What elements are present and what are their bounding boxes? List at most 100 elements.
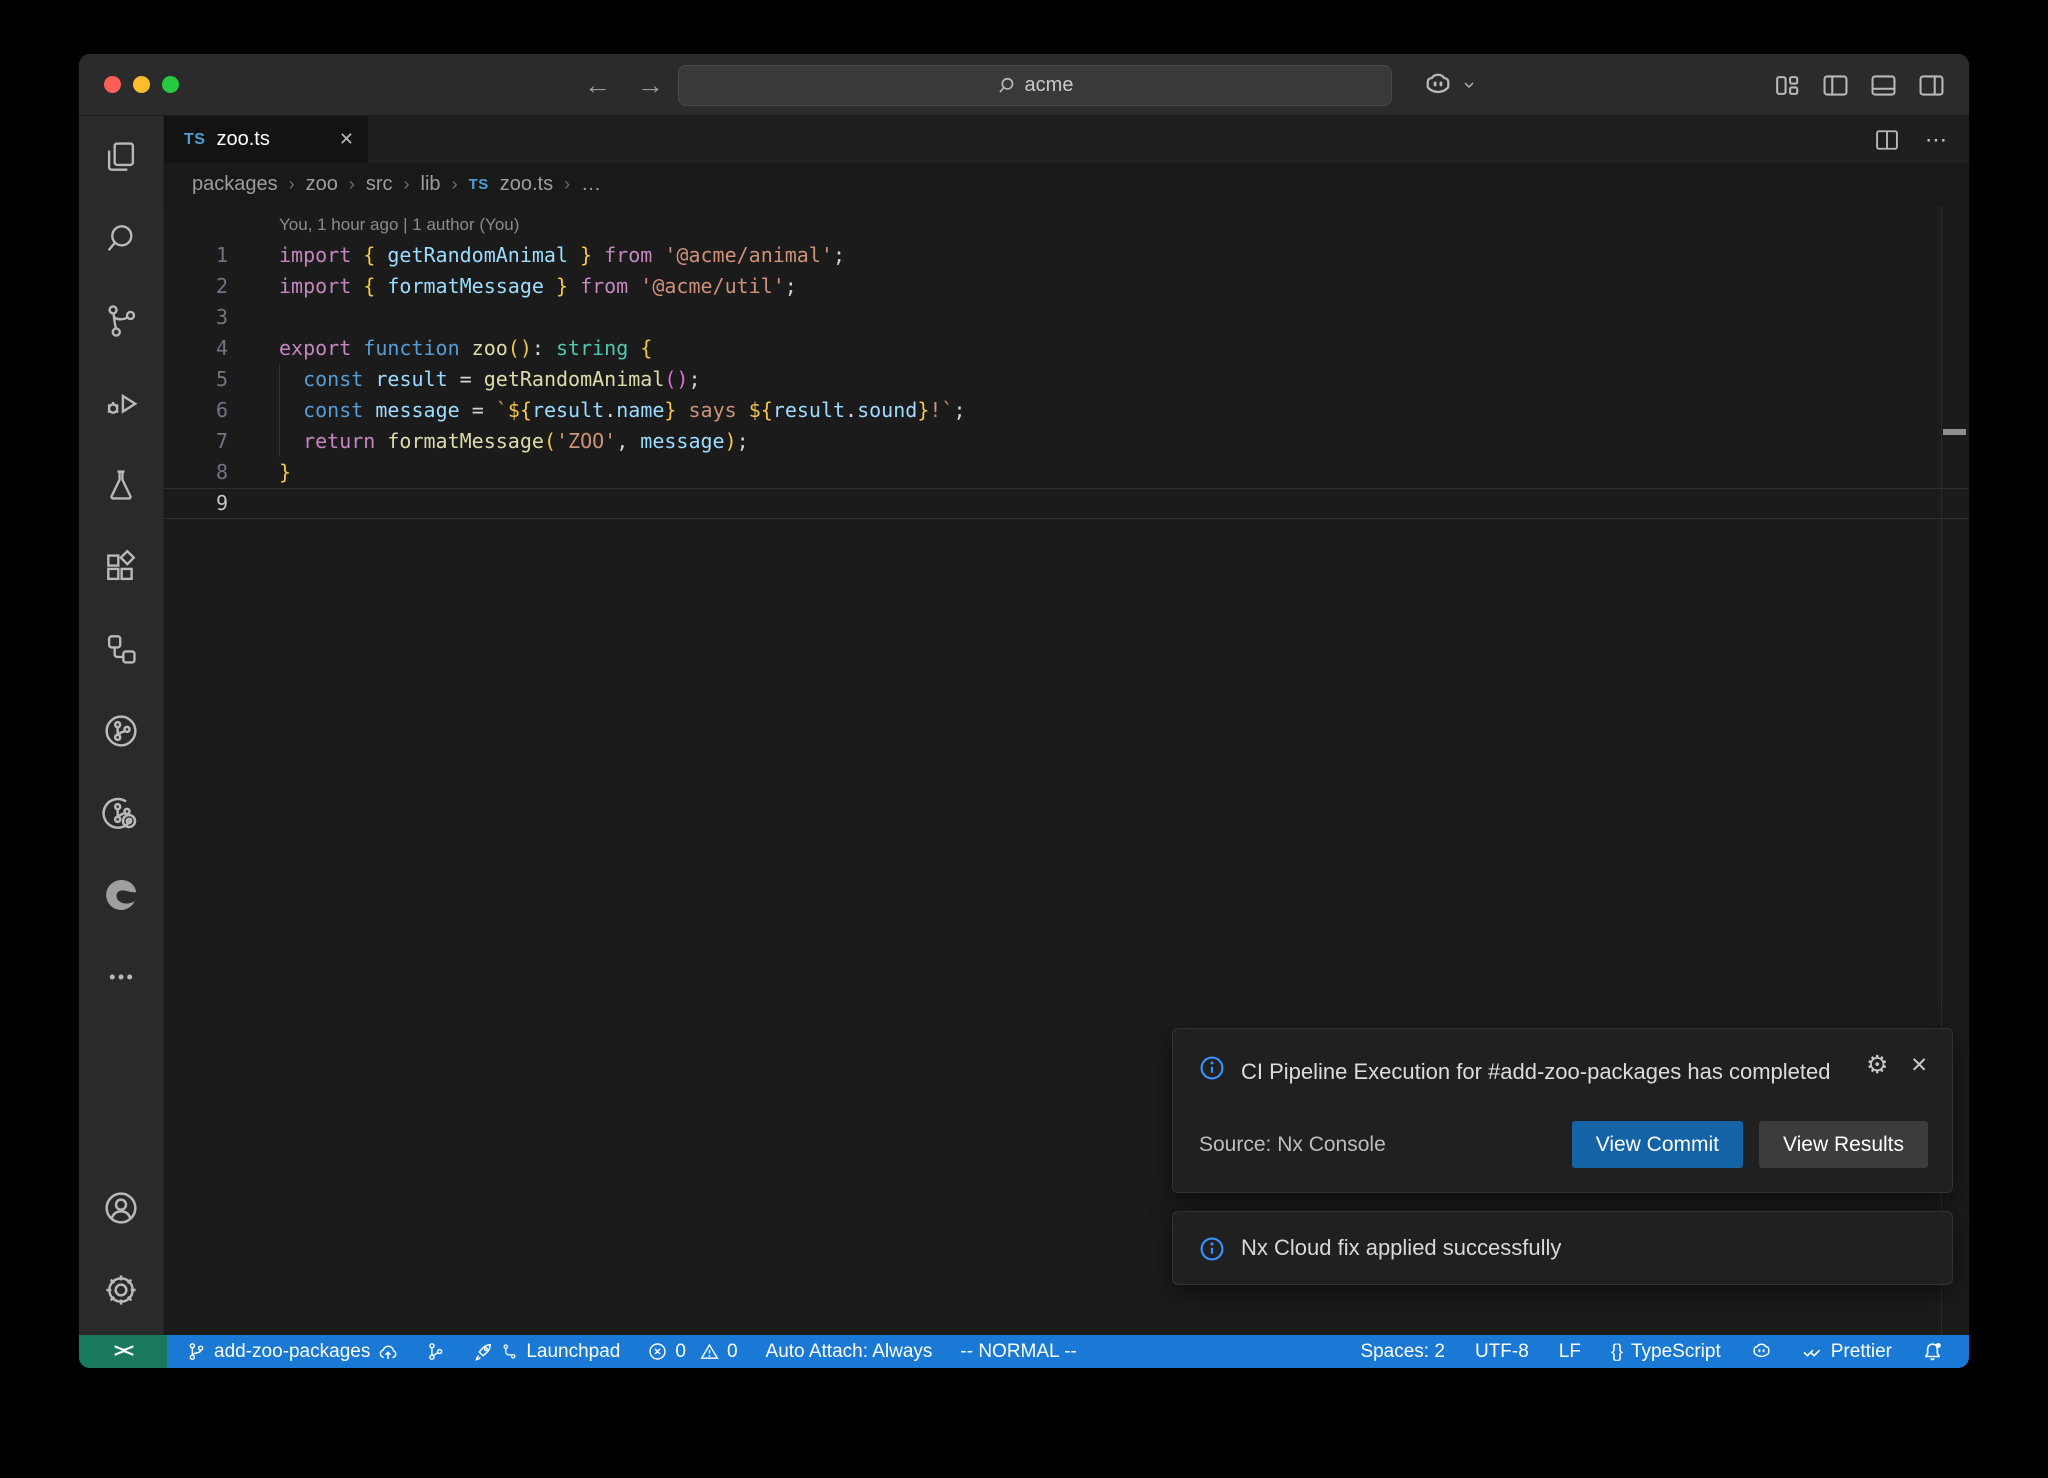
toggle-secondary-sidebar-icon[interactable] — [1916, 70, 1947, 101]
line-number: 6 — [164, 395, 250, 426]
nx-cloud-icon — [101, 793, 141, 833]
formatter-item[interactable]: Prettier — [1802, 1341, 1892, 1363]
indentation-item[interactable]: Spaces: 2 — [1360, 1341, 1445, 1363]
breadcrumb-separator-icon: › — [404, 174, 410, 195]
breadcrumb-item[interactable]: lib — [421, 173, 441, 196]
breadcrumb: packages›zoo›src›lib›TSzoo.ts›… — [164, 163, 1969, 206]
launchpad-item[interactable]: Launchpad — [473, 1341, 620, 1363]
codelens-blame[interactable]: You, 1 hour ago | 1 author (You) — [279, 215, 519, 235]
status-bar: >< add-zoo-packages — [79, 1335, 1969, 1368]
remote-indicator[interactable]: >< — [79, 1335, 167, 1368]
copilot-status-item[interactable] — [1751, 1341, 1772, 1362]
sidebar-item-nx-cloud[interactable] — [79, 772, 163, 854]
notification-close-icon[interactable]: ✕ — [1910, 1055, 1928, 1076]
line-number: 2 — [164, 271, 250, 302]
sidebar-item-extensions[interactable] — [79, 526, 163, 608]
close-tab-icon[interactable]: ✕ — [339, 129, 354, 150]
code-line[interactable]: 7 return formatMessage('ZOO', message); — [164, 426, 1969, 457]
code-line[interactable]: 6 const message = `${result.name} says $… — [164, 395, 1969, 426]
copilot-icon — [1751, 1341, 1772, 1362]
run-debug-icon — [102, 384, 140, 422]
tab-zoo-ts[interactable]: TS zoo.ts ✕ — [164, 116, 368, 163]
code-line[interactable]: 3 — [164, 302, 1969, 333]
sidebar-item-more-views[interactable] — [79, 936, 163, 1018]
notification-center: CI Pipeline Execution for #add-zoo-packa… — [1172, 1028, 1953, 1285]
split-editor-icon[interactable] — [1873, 126, 1901, 154]
source-control-graph-item[interactable] — [426, 1342, 445, 1361]
breadcrumb-overflow[interactable]: … — [581, 173, 601, 196]
copilot-menu[interactable] — [1423, 54, 1477, 116]
remote-icon: >< — [114, 1341, 132, 1363]
view-results-button[interactable]: View Results — [1759, 1121, 1928, 1168]
code-text: import { getRandomAnimal } from '@acme/a… — [250, 240, 845, 271]
encoding-item[interactable]: UTF-8 — [1475, 1341, 1529, 1363]
line-number: 7 — [164, 426, 250, 457]
breadcrumb-item-file[interactable]: zoo.ts — [500, 173, 553, 196]
notification-title: CI Pipeline Execution for #add-zoo-packa… — [1241, 1053, 1830, 1091]
code-line[interactable]: 8} — [164, 457, 1969, 488]
vim-mode-item[interactable]: -- NORMAL -- — [960, 1341, 1076, 1363]
code-line[interactable]: 4export function zoo(): string { — [164, 333, 1969, 364]
notification-title: Nx Cloud fix applied successfully — [1241, 1235, 1561, 1261]
rocket-icon — [473, 1342, 493, 1362]
language-mode-item[interactable]: {} TypeScript — [1611, 1341, 1721, 1363]
command-center-search[interactable]: acme — [678, 65, 1392, 106]
accounts-button[interactable] — [79, 1167, 163, 1249]
settings-button[interactable] — [79, 1249, 163, 1331]
git-branch-item[interactable]: add-zoo-packages — [187, 1341, 398, 1363]
line-number: 5 — [164, 364, 250, 395]
breadcrumb-separator-icon: › — [349, 174, 355, 195]
sidebar-item-search[interactable] — [79, 198, 163, 280]
notifications-bell-item[interactable] — [1922, 1341, 1943, 1362]
code-line[interactable]: 1import { getRandomAnimal } from '@acme/… — [164, 240, 1969, 271]
title-bar: ← → acme — [79, 54, 1969, 116]
tab-bar: TS zoo.ts ✕ ⋯ — [164, 116, 1969, 163]
sidebar-item-source-control[interactable] — [79, 280, 163, 362]
view-commit-button[interactable]: View Commit — [1572, 1121, 1743, 1168]
indent-guide — [279, 395, 280, 426]
vim-mode-label: -- NORMAL -- — [960, 1341, 1076, 1363]
breadcrumb-item[interactable]: packages — [192, 173, 278, 196]
code-line[interactable]: 9 — [164, 488, 1969, 519]
notification-source: Source: Nx Console — [1199, 1133, 1386, 1157]
forward-icon[interactable]: → — [637, 70, 664, 101]
breadcrumb-separator-icon: › — [452, 174, 458, 195]
search-icon — [102, 220, 140, 258]
notification-settings-icon[interactable]: ⚙ — [1866, 1053, 1888, 1078]
breadcrumb-item[interactable]: src — [366, 173, 393, 196]
sidebar-item-hierarchy[interactable] — [79, 608, 163, 690]
close-window-button[interactable] — [104, 76, 121, 93]
sidebar-item-run-debug[interactable] — [79, 362, 163, 444]
code-line[interactable]: 5 const result = getRandomAnimal(); — [164, 364, 1969, 395]
eol-item[interactable]: LF — [1559, 1341, 1581, 1363]
code-text: import { formatMessage } from '@acme/uti… — [250, 271, 797, 302]
toggle-primary-sidebar-icon[interactable] — [1820, 70, 1851, 101]
minimize-window-button[interactable] — [133, 76, 150, 93]
auto-attach-item[interactable]: Auto Attach: Always — [766, 1341, 933, 1363]
code-text: return formatMessage('ZOO', message); — [250, 426, 749, 457]
more-actions-icon[interactable]: ⋯ — [1925, 127, 1949, 153]
ellipsis-icon — [102, 958, 140, 996]
breadcrumb-item[interactable]: zoo — [306, 173, 338, 196]
sidebar-item-testing[interactable] — [79, 444, 163, 526]
code-text: } — [250, 457, 291, 488]
back-icon[interactable]: ← — [584, 70, 611, 101]
beaker-icon — [102, 466, 140, 504]
sidebar-item-edge-browser[interactable] — [79, 854, 163, 936]
code-text: export function zoo(): string { — [250, 333, 652, 364]
sidebar-item-nx-console[interactable] — [79, 690, 163, 772]
indentation-label: Spaces: 2 — [1360, 1341, 1445, 1363]
sidebar-item-explorer[interactable] — [79, 116, 163, 198]
code-line[interactable]: 2import { formatMessage } from '@acme/ut… — [164, 271, 1969, 302]
copilot-icon — [1423, 70, 1453, 100]
toggle-panel-icon[interactable] — [1868, 70, 1899, 101]
breadcrumb-separator-icon: › — [564, 174, 570, 195]
bell-icon — [1922, 1341, 1943, 1362]
chevron-down-icon — [1461, 77, 1477, 93]
zoom-window-button[interactable] — [162, 76, 179, 93]
notification-nx-cloud-fix: Nx Cloud fix applied successfully — [1172, 1211, 1953, 1285]
line-number: 1 — [164, 240, 250, 271]
customize-layout-icon[interactable] — [1772, 70, 1803, 101]
problems-item[interactable]: 0 0 — [648, 1341, 737, 1363]
code-text: const message = `${result.name} says ${r… — [250, 395, 966, 426]
